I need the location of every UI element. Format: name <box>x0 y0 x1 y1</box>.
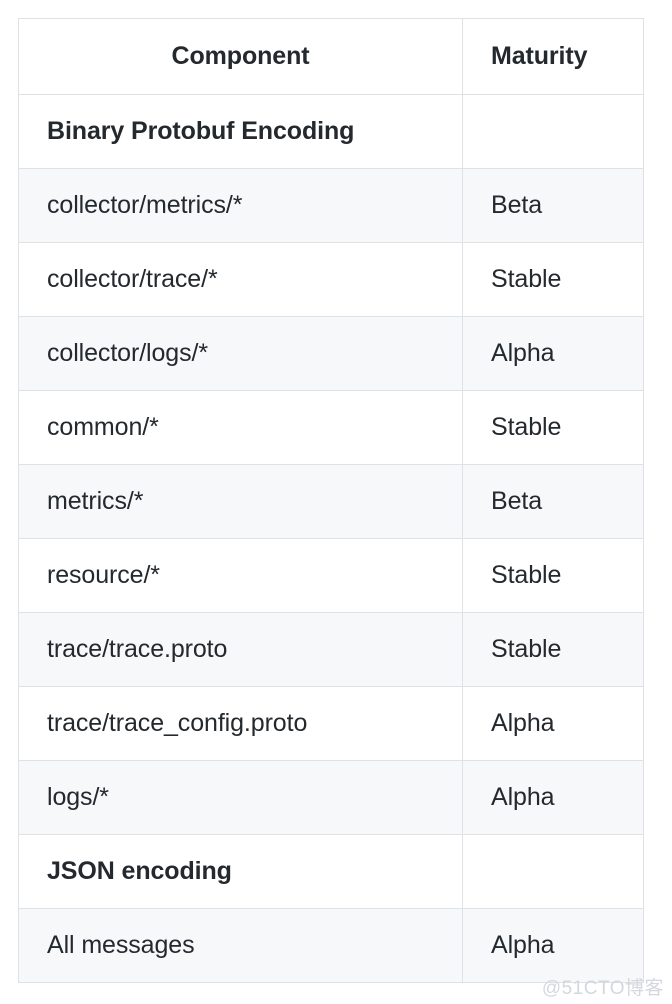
table-row: collector/metrics/* Beta <box>18 168 644 243</box>
table-header: Component Maturity <box>18 18 644 95</box>
cell-component: All messages <box>18 908 463 983</box>
section-label: Binary Protobuf Encoding <box>18 94 463 169</box>
cell-component: logs/* <box>18 760 463 835</box>
section-label: JSON encoding <box>18 834 463 909</box>
cell-component: collector/metrics/* <box>18 168 463 243</box>
cell-component: collector/logs/* <box>18 316 463 391</box>
cell-maturity: Alpha <box>462 686 644 761</box>
cell-maturity: Alpha <box>462 316 644 391</box>
column-header-component: Component <box>18 18 463 95</box>
table-row: metrics/* Beta <box>18 464 644 539</box>
cell-maturity: Beta <box>462 464 644 539</box>
cell-maturity: Alpha <box>462 760 644 835</box>
cell-maturity: Stable <box>462 538 644 613</box>
cell-maturity <box>462 834 644 909</box>
cell-component: trace/trace_config.proto <box>18 686 463 761</box>
table-row: logs/* Alpha <box>18 760 644 835</box>
table-section-row: Binary Protobuf Encoding <box>18 94 644 169</box>
cell-component: resource/* <box>18 538 463 613</box>
cell-maturity: Stable <box>462 390 644 465</box>
cell-component: trace/trace.proto <box>18 612 463 687</box>
cell-maturity: Stable <box>462 242 644 317</box>
cell-component: collector/trace/* <box>18 242 463 317</box>
cell-maturity: Beta <box>462 168 644 243</box>
column-header-maturity: Maturity <box>462 18 644 95</box>
table-row: collector/logs/* Alpha <box>18 316 644 391</box>
cell-maturity <box>462 94 644 169</box>
site-watermark: @51CTO博客 <box>541 978 664 999</box>
cell-maturity: Alpha <box>462 908 644 983</box>
table-row: trace/trace.proto Stable <box>18 612 644 687</box>
component-maturity-table: Component Maturity Binary Protobuf Encod… <box>18 18 644 983</box>
table-row: trace/trace_config.proto Alpha <box>18 686 644 761</box>
table-row: resource/* Stable <box>18 538 644 613</box>
table-body: Binary Protobuf Encoding collector/metric… <box>18 94 644 983</box>
table-row: All messages Alpha <box>18 908 644 983</box>
cell-maturity: Stable <box>462 612 644 687</box>
table-section-row: JSON encoding <box>18 834 644 909</box>
table-row: common/* Stable <box>18 390 644 465</box>
cell-component: common/* <box>18 390 463 465</box>
table-row: collector/trace/* Stable <box>18 242 644 317</box>
cell-component: metrics/* <box>18 464 463 539</box>
table-header-row: Component Maturity <box>18 18 644 95</box>
page-root: Component Maturity Binary Protobuf Encod… <box>0 0 672 1004</box>
